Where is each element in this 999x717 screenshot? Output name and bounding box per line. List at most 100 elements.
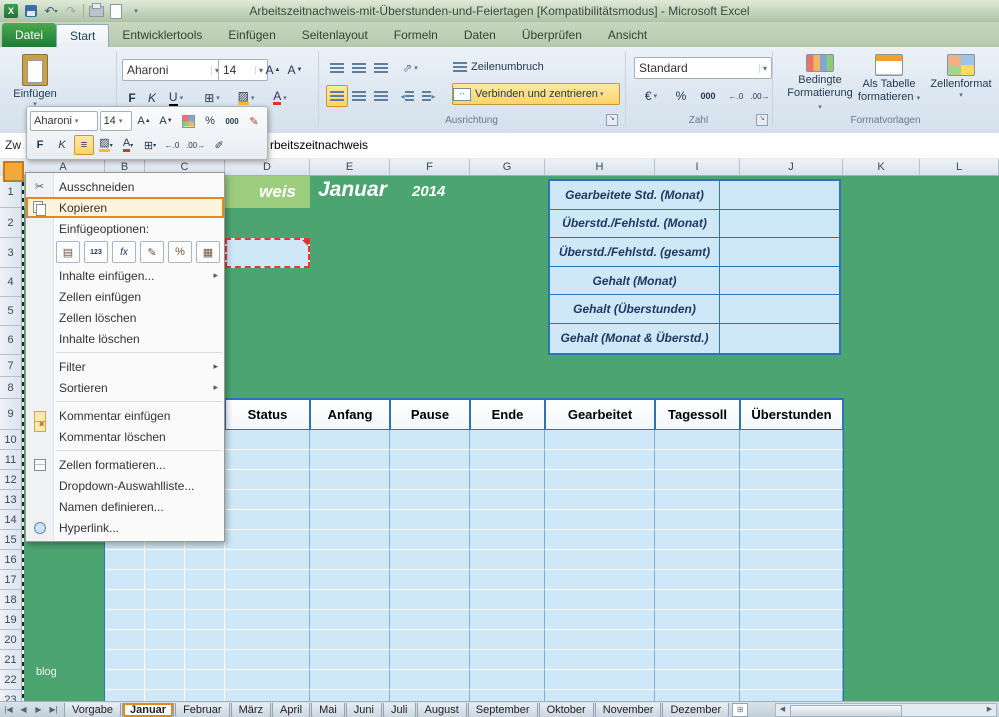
cell-styles-button[interactable]: Zellenformat ▾: [924, 51, 998, 115]
day-cell[interactable]: [105, 590, 145, 610]
day-cell[interactable]: [185, 550, 225, 570]
day-cell[interactable]: [145, 630, 185, 650]
time-cell[interactable]: [740, 670, 843, 690]
time-cell[interactable]: [310, 650, 390, 670]
font-name-select[interactable]: Aharoni▾: [122, 59, 224, 81]
time-cell[interactable]: [390, 490, 470, 510]
row-header-13[interactable]: 13: [0, 490, 22, 510]
time-cell[interactable]: [470, 450, 545, 470]
time-cell[interactable]: [470, 690, 545, 701]
time-cell[interactable]: [390, 610, 470, 630]
time-cell[interactable]: [470, 570, 545, 590]
align-bottom-button[interactable]: [370, 57, 392, 79]
paste-option-formula-fx-icon[interactable]: fx: [112, 241, 136, 263]
ribbon-tab-datei[interactable]: Datei: [2, 23, 56, 47]
mini-borders-button[interactable]: ⊞▾: [140, 135, 160, 155]
increase-decimal-button[interactable]: ←.0: [724, 85, 748, 107]
row-header-9[interactable]: 9: [0, 399, 22, 430]
save-button[interactable]: [23, 3, 39, 19]
time-cell[interactable]: [390, 450, 470, 470]
day-cell[interactable]: [105, 670, 145, 690]
time-cell[interactable]: [740, 630, 843, 650]
qat-customize-button[interactable]: ▾: [128, 3, 144, 19]
time-cell[interactable]: [740, 610, 843, 630]
print-button[interactable]: [88, 3, 104, 19]
mini-fill-color-button[interactable]: ▨▾: [96, 135, 116, 155]
time-cell[interactable]: [225, 670, 310, 690]
time-cell[interactable]: [655, 650, 740, 670]
align-top-button[interactable]: [326, 57, 348, 79]
time-cell[interactable]: [470, 530, 545, 550]
ribbon-tab-entwicklertools[interactable]: Entwicklertools: [109, 24, 215, 47]
row-header-8[interactable]: 8: [0, 377, 22, 399]
time-cell[interactable]: [740, 450, 843, 470]
ribbon-tab-seitenlayout[interactable]: Seitenlayout: [289, 24, 381, 47]
align-right-button[interactable]: [370, 85, 392, 107]
ribbon-tab-formeln[interactable]: Formeln: [381, 24, 451, 47]
time-cell[interactable]: [225, 430, 310, 450]
ribbon-tab-überprüfen[interactable]: Überprüfen: [509, 24, 595, 47]
time-cell[interactable]: [655, 450, 740, 470]
column-header-K[interactable]: K: [843, 159, 920, 176]
scroll-left-arrow[interactable]: ◀: [776, 704, 789, 716]
copied-cell-marquee[interactable]: [225, 238, 310, 268]
row-header-22[interactable]: 22: [0, 670, 22, 690]
font-color-button[interactable]: A▾: [264, 87, 296, 109]
merge-center-button[interactable]: ↔ Verbinden und zentrieren ▾: [452, 83, 620, 105]
shrink-font-button[interactable]: A▼: [284, 59, 306, 81]
day-cell[interactable]: [185, 690, 225, 701]
time-cell[interactable]: [740, 650, 843, 670]
sheet-tab-februar[interactable]: Februar: [175, 703, 230, 717]
time-cell[interactable]: [310, 470, 390, 490]
month-cell[interactable]: Januar: [318, 178, 387, 202]
mini-bold-button[interactable]: F: [30, 135, 50, 155]
time-cell[interactable]: [655, 590, 740, 610]
time-cell[interactable]: [310, 630, 390, 650]
time-cell[interactable]: [545, 610, 655, 630]
summary-value-cell[interactable]: [720, 238, 839, 266]
summary-value-cell[interactable]: [720, 295, 839, 323]
column-header-D[interactable]: D: [225, 159, 310, 176]
increase-indent-button[interactable]: ▸: [418, 85, 440, 107]
sheet-tab-januar[interactable]: Januar: [122, 703, 174, 717]
time-cell[interactable]: [740, 490, 843, 510]
column-header-F[interactable]: F: [390, 159, 470, 176]
context-menu-item-zellen-einfügen[interactable]: Zellen einfügen: [26, 286, 224, 307]
first-sheet-button[interactable]: |◀: [2, 702, 15, 717]
time-cell[interactable]: [310, 570, 390, 590]
orientation-button[interactable]: ⇗▾: [398, 57, 422, 79]
row-header-12[interactable]: 12: [0, 470, 22, 490]
time-cell[interactable]: [470, 550, 545, 570]
day-cell[interactable]: [145, 550, 185, 570]
scrollbar-thumb[interactable]: [790, 705, 902, 717]
alignment-dialog-launcher[interactable]: ↘: [606, 114, 618, 126]
time-cell[interactable]: [390, 690, 470, 701]
last-sheet-button[interactable]: ▶|: [47, 702, 60, 717]
column-header-J[interactable]: J: [740, 159, 843, 176]
day-cell[interactable]: [145, 610, 185, 630]
time-cell[interactable]: [545, 510, 655, 530]
time-cell[interactable]: [225, 530, 310, 550]
number-dialog-launcher[interactable]: ↘: [756, 114, 768, 126]
sheet-tab-mai[interactable]: Mai: [311, 703, 345, 717]
row-header-6[interactable]: 6: [0, 326, 22, 355]
time-cell[interactable]: [655, 510, 740, 530]
time-cell[interactable]: [655, 630, 740, 650]
time-cell[interactable]: [310, 550, 390, 570]
time-cell[interactable]: [470, 430, 545, 450]
time-cell[interactable]: [310, 430, 390, 450]
time-cell[interactable]: [310, 670, 390, 690]
day-cell[interactable]: [185, 590, 225, 610]
summary-value-cell[interactable]: [720, 324, 839, 353]
context-menu-item-kopieren[interactable]: Kopieren: [26, 197, 224, 218]
time-cell[interactable]: [390, 430, 470, 450]
formula-field[interactable]: rbeitszeitnachweis: [151, 133, 999, 158]
day-cell[interactable]: [105, 570, 145, 590]
row-header-15[interactable]: 15: [0, 530, 22, 550]
paste-option-values-123-icon[interactable]: 123: [84, 241, 108, 263]
mini-increase-decimal-button[interactable]: ←.0: [162, 135, 182, 155]
ribbon-tab-daten[interactable]: Daten: [451, 24, 509, 47]
time-cell[interactable]: [310, 510, 390, 530]
day-cell[interactable]: [185, 650, 225, 670]
table-header-anfang[interactable]: Anfang: [310, 399, 390, 430]
